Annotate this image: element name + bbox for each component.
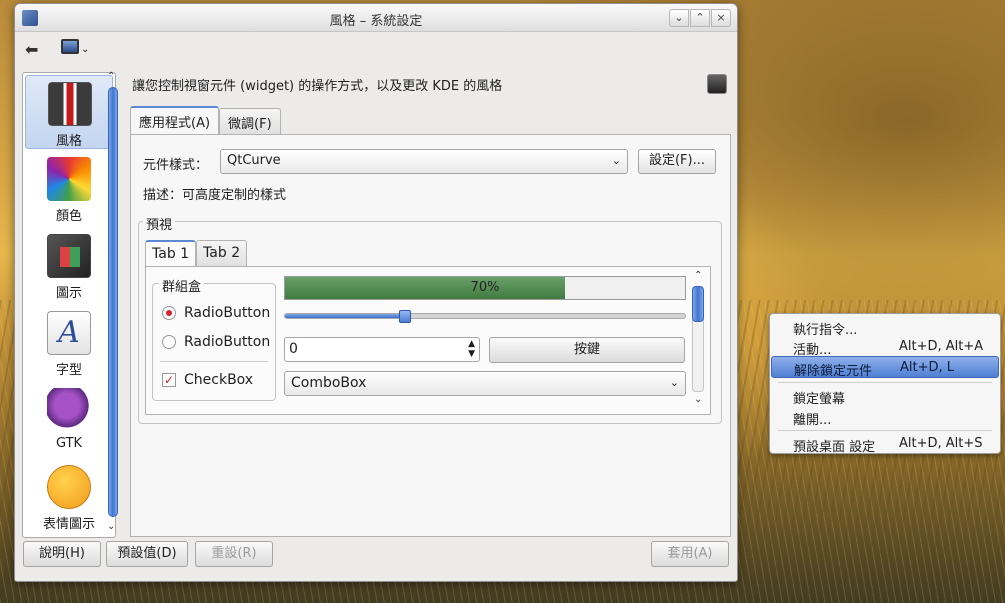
sidebar-scrollbar[interactable]: ⌃ ⌄: [106, 69, 120, 535]
widget-style-label: 元件樣式：: [143, 158, 209, 173]
minimize-button[interactable]: ⌄: [669, 9, 689, 27]
menu-separator: [778, 382, 992, 383]
preview-scroll-thumb[interactable]: [692, 286, 704, 322]
menu-item-lock-screen[interactable]: 鎖定螢幕: [771, 385, 999, 407]
menu-item-activities[interactable]: 活動... Alt+D, Alt+A: [771, 336, 999, 358]
sample-combobox-value: ComboBox: [291, 375, 367, 391]
menu-item-unlock-widgets[interactable]: 解除鎖定元件 Alt+D, L: [771, 356, 999, 379]
menu-item-shortcut: Alt+D, Alt+S: [899, 436, 983, 451]
spin-arrows-icon[interactable]: ▲ ▼: [468, 339, 475, 359]
sidebar-item-colors[interactable]: 顏色: [25, 151, 113, 225]
menu-item-leave[interactable]: 離開...: [771, 406, 999, 428]
sidebar-item-icons[interactable]: 圖示: [25, 228, 113, 302]
scroll-up-icon[interactable]: ⌃: [107, 71, 115, 82]
apply-button[interactable]: 套用(A): [651, 541, 729, 567]
menu-item-label: 解除鎖定元件: [794, 364, 873, 379]
desktop-context-menu: 執行指令... 活動... Alt+D, Alt+A 解除鎖定元件 Alt+D,…: [769, 313, 1001, 455]
radio-label-1: RadioButton: [184, 305, 271, 321]
sidebar-item-label: 顏色: [55, 209, 82, 224]
sidebar-item-label: 圖示: [55, 286, 82, 301]
cube-face: [60, 247, 80, 267]
menu-item-label: 離開...: [793, 413, 832, 428]
spinbox-value: 0: [289, 341, 298, 357]
menu-item-desktop-settings[interactable]: 預設桌面 設定 Alt+D, Alt+S: [771, 433, 999, 455]
progress-bar: 70%: [284, 276, 686, 300]
sidebar-item-label: 字型: [55, 363, 82, 378]
tab-preview-2[interactable]: Tab 2: [196, 240, 248, 266]
window-controls: ⌄ ⌃ ×: [669, 9, 731, 27]
main-tabs: 應用程式(A) 微調(F): [130, 106, 281, 134]
color-wheel-icon: [47, 157, 91, 201]
tab-preview-1[interactable]: Tab 1: [145, 240, 197, 266]
widget-style-combobox[interactable]: QtCurve ⌄: [220, 149, 628, 174]
view-mode-button[interactable]: ⌄: [59, 38, 91, 60]
widget-style-value: QtCurve: [227, 153, 281, 168]
scroll-down-icon[interactable]: ⌄: [107, 521, 115, 532]
scroll-up-icon[interactable]: ⌃: [694, 270, 702, 281]
window-title: 風格 – 系統設定: [329, 14, 423, 29]
icon-cube-icon: [47, 234, 91, 278]
sidebar-item-style[interactable]: 風格: [25, 75, 113, 149]
tab-applications[interactable]: 應用程式(A): [130, 106, 220, 134]
preview-scrollbar[interactable]: ⌃ ⌄: [691, 270, 707, 410]
slider-fill: [285, 314, 405, 318]
suit-icon: [48, 82, 92, 126]
menu-item-label: 預設桌面 設定: [793, 440, 876, 455]
style-description: 描述：可高度定制的樣式: [143, 188, 287, 203]
menu-item-shortcut: Alt+D, Alt+A: [899, 339, 984, 354]
defaults-button[interactable]: 預設值(D): [106, 541, 188, 567]
progress-text: 70%: [470, 280, 500, 295]
chevron-down-icon: ⌄: [81, 44, 90, 55]
sidebar-item-label: 風格: [55, 134, 82, 149]
spinbox[interactable]: 0 ▲ ▼: [284, 337, 480, 362]
sidebar-item-label: GTK: [55, 436, 83, 451]
close-button[interactable]: ×: [711, 9, 731, 27]
radio-button-2[interactable]: [162, 335, 176, 349]
groupbox-title: 群組盒: [159, 276, 205, 295]
checkbox-label: CheckBox: [184, 372, 254, 388]
maximize-button[interactable]: ⌃: [690, 9, 710, 27]
groupbox-divider: [160, 361, 268, 362]
toolbar: ⬅ ⌄: [15, 32, 737, 66]
preview-label: 預視: [143, 214, 176, 233]
kde-suit-icon: [707, 74, 727, 94]
monitor-icon: [61, 39, 79, 54]
gtk-icon: [47, 388, 91, 432]
module-description: 讓您控制視窗元件 (widget) 的操作方式，以及更改 KDE 的風格: [132, 79, 503, 94]
smiley-icon: [47, 465, 91, 509]
tab-fine-tuning[interactable]: 微調(F): [219, 108, 281, 134]
checkbox[interactable]: ✓: [162, 373, 176, 387]
titlebar[interactable]: 風格 – 系統設定 ⌄ ⌃ ×: [15, 4, 737, 32]
menu-separator: [778, 430, 992, 431]
menu-item-shortcut: Alt+D, L: [900, 360, 955, 375]
chevron-down-icon: ⌄: [669, 376, 679, 389]
radio-label-2: RadioButton: [184, 334, 271, 350]
configure-button[interactable]: 設定(F)...: [638, 149, 716, 174]
sidebar-item-emoticons[interactable]: 表情圖示: [25, 459, 113, 533]
preview-tabs: Tab 1 Tab 2: [145, 240, 248, 266]
sidebar-item-gtk[interactable]: GTK: [25, 382, 113, 456]
chevron-down-icon: ⌄: [611, 154, 621, 167]
scroll-down-icon[interactable]: ⌄: [694, 394, 702, 405]
slider-handle[interactable]: [398, 310, 411, 323]
sidebar-item-label: 表情圖示: [42, 517, 95, 532]
help-button[interactable]: 說明(H): [23, 541, 101, 567]
sidebar-scroll-thumb[interactable]: [108, 87, 118, 517]
slider-track[interactable]: [284, 313, 686, 319]
reset-button[interactable]: 重設(R): [195, 541, 273, 567]
font-icon: A: [47, 311, 91, 355]
category-sidebar: 風格 顏色 圖示 A 字型 GTK 表情圖示: [22, 72, 116, 538]
radio-button-1[interactable]: [162, 306, 176, 320]
menu-item-label: 鎖定螢幕: [793, 392, 846, 407]
sidebar-item-fonts[interactable]: A 字型: [25, 305, 113, 379]
menu-item-run-command[interactable]: 執行指令...: [771, 316, 999, 338]
back-arrow-icon[interactable]: ⬅: [25, 40, 38, 59]
sample-push-button[interactable]: 按鍵: [489, 337, 685, 363]
sample-combobox[interactable]: ComboBox ⌄: [284, 371, 686, 396]
